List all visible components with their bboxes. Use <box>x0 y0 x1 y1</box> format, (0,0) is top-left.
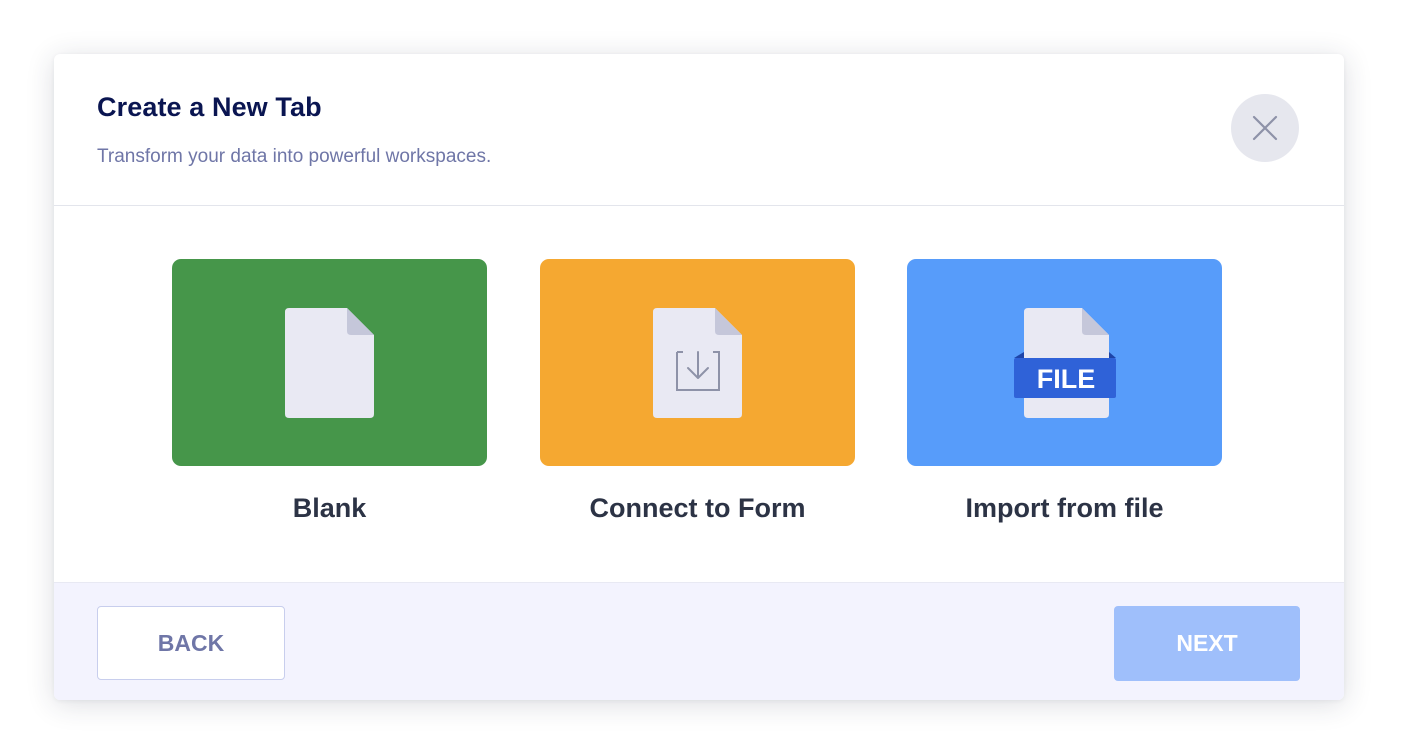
option-label: Blank <box>292 493 367 523</box>
import-from-file-tile[interactable]: FILE <box>907 259 1222 466</box>
modal-body: Blank Connect to Form FILE Import from f… <box>54 206 1344 582</box>
modal-subtitle: Transform your data into powerful worksp… <box>97 146 492 167</box>
blank-document-icon <box>284 307 374 418</box>
option-connect-to-form[interactable]: Connect to Form <box>540 259 855 524</box>
option-import-from-file[interactable]: FILE Import from file <box>907 259 1222 524</box>
option-blank[interactable]: Blank <box>172 259 487 524</box>
option-label: Import from file <box>965 493 1164 523</box>
modal-footer: BACK NEXT <box>54 582 1344 700</box>
option-label: Connect to Form <box>589 493 806 523</box>
next-button[interactable]: NEXT <box>1114 606 1300 681</box>
connect-to-form-tile[interactable] <box>540 259 855 466</box>
modal-header: Create a New Tab Transform your data int… <box>54 54 1344 206</box>
create-tab-modal: Create a New Tab Transform your data int… <box>54 54 1344 700</box>
close-icon <box>1252 115 1278 141</box>
form-import-icon <box>652 307 742 418</box>
close-button[interactable] <box>1231 94 1299 162</box>
file-badge-text: FILE <box>1036 364 1095 394</box>
back-button[interactable]: BACK <box>97 606 285 680</box>
modal-title: Create a New Tab <box>97 92 322 122</box>
file-icon: FILE <box>1013 307 1116 418</box>
blank-tile[interactable] <box>172 259 487 466</box>
